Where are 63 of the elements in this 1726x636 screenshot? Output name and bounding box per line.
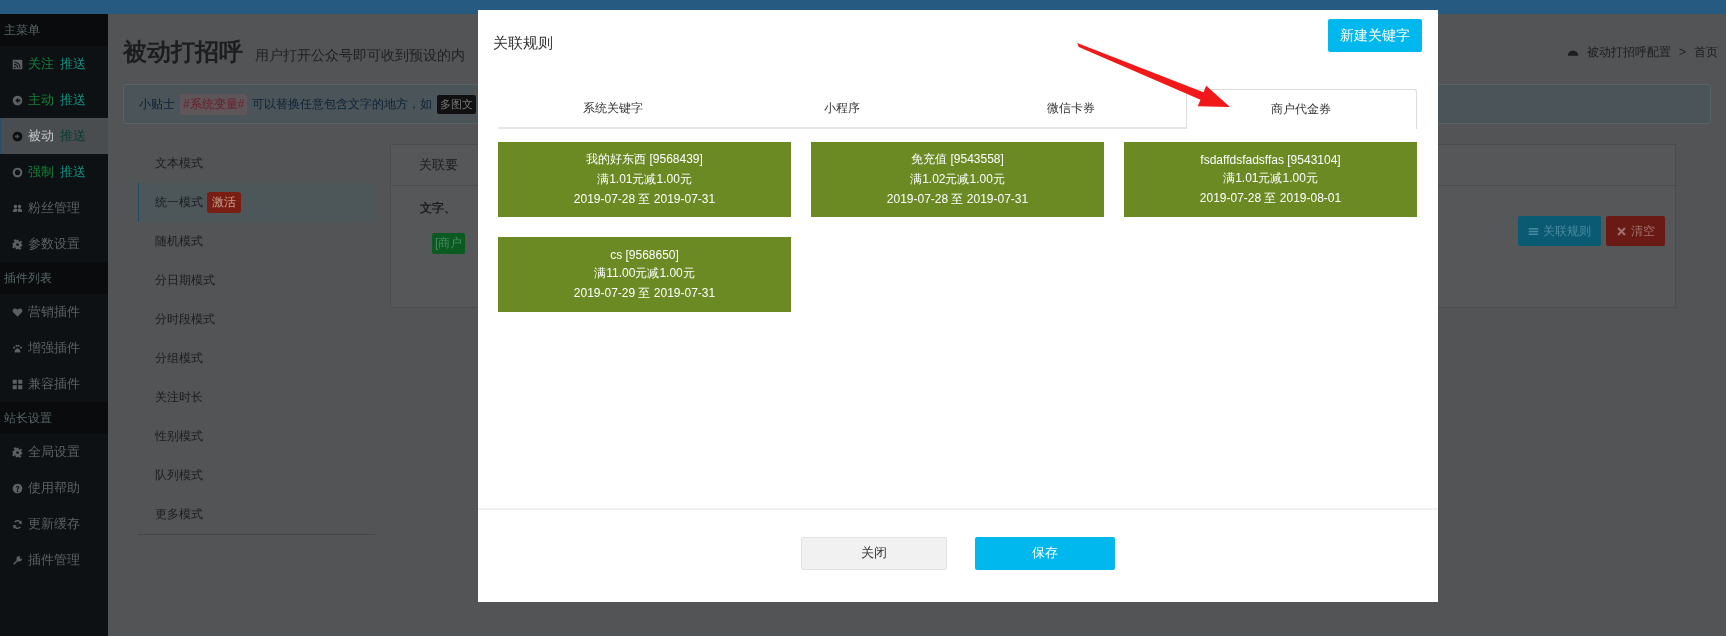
panel-text: 文字、: [420, 200, 456, 217]
status-badge: 激活: [207, 192, 241, 213]
paw-icon: [12, 342, 23, 354]
heart-icon: [12, 306, 23, 318]
sidebar-item[interactable]: 主动 推送: [0, 82, 108, 118]
coupon-rule: 满1.02元减1.00元: [910, 171, 1005, 188]
sidebar-item[interactable]: 兼容插件: [0, 366, 108, 402]
coupon-period: 2019-07-28 至 2019-08-01: [1199, 189, 1342, 207]
sidebar-item[interactable]: 营销插件: [0, 294, 108, 330]
coupon-name: 我的好东西 [9568439]: [586, 151, 703, 168]
tip-badge: 多图文: [437, 94, 477, 114]
sidebar-section-header: 插件列表: [0, 262, 108, 294]
sidebar-item[interactable]: 强制 推送: [0, 154, 108, 190]
coupon-period: 2019-07-29 至 2019-07-31: [573, 284, 716, 302]
rss-icon: [12, 58, 23, 70]
back-arrow-icon: [12, 94, 23, 106]
link-rules-button[interactable]: 关联规则: [1518, 216, 1601, 246]
sidebar-section-header: 站长设置: [0, 402, 108, 434]
gear-icon: [12, 238, 23, 250]
coupon-rule: 满11.00元减1.00元: [594, 264, 695, 282]
coupon-period: 2019-07-28 至 2019-07-31: [573, 191, 716, 208]
sidebar-item[interactable]: 增强插件: [0, 330, 108, 366]
coupon-card[interactable]: fsdaffdsfadsffas [9543104] 满1.01元减1.00元 2019-07-28 至 2019-08-01: [1124, 142, 1417, 217]
coupon-card[interactable]: cs [9568650] 满11.00元减1.00元 2019-07-29 至 2019-07-31: [498, 237, 791, 312]
close-button[interactable]: 关闭: [801, 536, 947, 570]
new-keyword-button[interactable]: 新建关键字: [1328, 19, 1422, 52]
sidebar-item[interactable]: 粉丝管理: [0, 190, 108, 226]
sidebar-item[interactable]: 关注 推送: [0, 46, 108, 82]
sidebar-item[interactable]: 全局设置: [0, 434, 108, 470]
help-icon: [12, 482, 23, 494]
ring-icon: [12, 166, 23, 178]
modal-title: 关联规则: [493, 34, 553, 53]
users-icon: [12, 202, 23, 214]
forward-arrow-icon: [12, 130, 23, 142]
tab[interactable]: 系统关键字: [498, 89, 728, 129]
refresh-icon: [12, 518, 23, 530]
coupon-card[interactable]: 我的好东西 [9568439] 满1.01元减1.00元 2019-07-28 至 2019-07-31: [498, 142, 791, 217]
coupon-name: fsdaffdsfadsffas [9543104]: [1200, 152, 1341, 167]
wrench-icon: [12, 554, 23, 566]
coupon-name: 免充值 [9543558]: [911, 151, 1004, 168]
sidebar-item[interactable]: 更新缓存: [0, 506, 108, 542]
list-icon: [1528, 225, 1539, 237]
page-title: 被动打招呼: [123, 37, 243, 67]
close-icon: [1616, 225, 1627, 237]
clear-button[interactable]: 清空: [1606, 216, 1665, 246]
breadcrumb-separator: >: [1679, 45, 1686, 59]
coupon-card[interactable]: 免充值 [9543558] 满1.02元减1.00元 2019-07-28 至 2019-07-31: [811, 142, 1104, 217]
coupon-rule: 满1.01元减1.00元: [597, 171, 692, 188]
coupon-period: 2019-07-28 至 2019-07-31: [886, 191, 1029, 208]
sidebar-item[interactable]: 被动 推送: [0, 118, 108, 154]
sidebar-item[interactable]: 使用帮助: [0, 470, 108, 506]
coupon-rule: 满1.01元减1.00元: [1223, 169, 1318, 187]
gear-icon: [12, 446, 23, 458]
panel-tab[interactable]: 关联要: [419, 156, 458, 174]
sidebar-section-header: 主菜单: [0, 14, 108, 46]
rule-tag: [商户: [432, 233, 466, 254]
tip-label: 小贴士: [139, 95, 175, 113]
coupon-name: cs [9568650]: [610, 247, 679, 262]
tab[interactable]: 小程序: [727, 89, 957, 129]
sidebar-item[interactable]: 参数设置: [0, 226, 108, 262]
grid-icon: [12, 378, 23, 390]
sidebar-item[interactable]: 插件管理: [0, 542, 108, 578]
save-button[interactable]: 保存: [975, 536, 1115, 570]
